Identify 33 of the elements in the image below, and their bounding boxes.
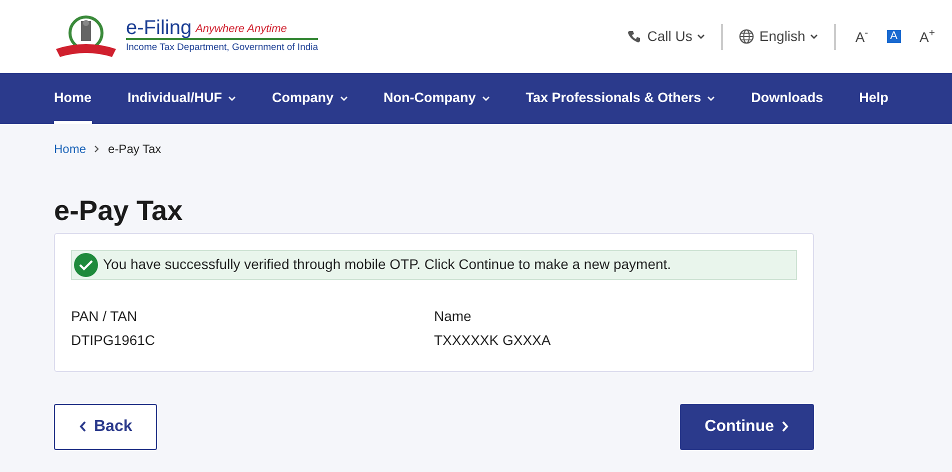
phone-icon: [628, 30, 642, 44]
chevron-down-icon: [810, 34, 818, 40]
chevron-left-icon: [79, 421, 86, 432]
back-button[interactable]: Back: [54, 404, 158, 450]
nav-item[interactable]: Home: [54, 73, 92, 124]
field-value: DTIPG1961C: [71, 330, 156, 350]
field-value: TXXXXXK GXXXA: [434, 330, 552, 350]
text-size-button[interactable]: A: [887, 30, 901, 43]
chevron-right-icon: [94, 145, 100, 153]
field-label: PAN / TAN: [71, 306, 138, 326]
alert-message: You have successfully verified through mobile OTP. Click Continue to make a new payment.: [103, 255, 672, 274]
chevron-down-icon: [697, 34, 706, 40]
field-label: Name: [434, 306, 472, 326]
logo-tagline: Anywhere Anytime: [196, 22, 287, 38]
nav-item[interactable]: Individual/HUF: [128, 73, 236, 124]
check-circle-icon: [74, 252, 98, 277]
nav-item[interactable]: Downloads: [751, 73, 824, 124]
globe-icon: [739, 29, 754, 44]
continue-button[interactable]: Continue: [680, 404, 814, 450]
text-size-button[interactable]: A$^{+}$: [916, 30, 938, 44]
nav-item[interactable]: Tax Professionals & Others: [526, 73, 716, 124]
breadcrumb-current: e-Pay Tax: [108, 141, 162, 158]
nav-item[interactable]: Help: [859, 73, 888, 124]
breadcrumb-link[interactable]: Home: [54, 140, 86, 158]
nav-item[interactable]: Non-Company: [384, 73, 490, 124]
logo-subtitle: Income Tax Department, Government of India: [126, 38, 318, 56]
nav-item[interactable]: Company: [272, 73, 348, 124]
logo-title: e-Filing: [126, 18, 192, 38]
page-title: e-Pay Tax: [54, 196, 184, 227]
chevron-right-icon: [782, 421, 789, 432]
text-size-button[interactable]: A$^{-}$: [852, 30, 872, 44]
language-button[interactable]: English: [739, 26, 818, 47]
call-us-button[interactable]: Call Us: [628, 26, 706, 47]
